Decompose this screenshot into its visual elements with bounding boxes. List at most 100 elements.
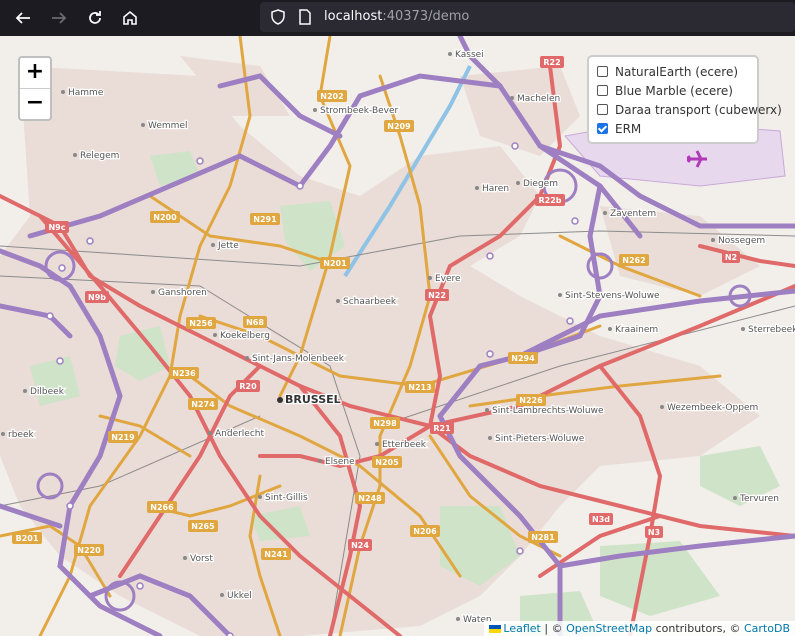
attribution: Leaflet | © OpenStreetMap contributors, … (484, 621, 795, 636)
road-shield-label: N226 (519, 396, 543, 405)
layer-row-bluemarble[interactable]: Blue Marble (ecere) (589, 81, 757, 100)
layer-row-daraa[interactable]: Daraa transport (cubewerx) (589, 100, 782, 119)
road-shield-label: N281 (531, 533, 555, 542)
place-dot (151, 290, 155, 294)
road-shield-label: N241 (264, 550, 288, 559)
forward-button[interactable] (41, 0, 77, 36)
zoom-out-button[interactable]: − (20, 88, 50, 119)
road-shield: R22b (535, 194, 565, 206)
reload-button[interactable] (77, 0, 113, 36)
layer-checkbox[interactable] (597, 85, 608, 96)
layer-row-erm[interactable]: ERM (589, 119, 757, 138)
road-shield-label: N294 (511, 354, 535, 363)
road-shield-label: N200 (153, 213, 177, 222)
place-label: Ganshoren (158, 288, 207, 298)
attribution-sep: | © (540, 622, 567, 635)
road-shield: N213 (405, 381, 435, 393)
road-shield: N22 (425, 289, 449, 301)
carto-link[interactable]: CartoDB (744, 622, 790, 635)
place-dot (475, 186, 479, 190)
road-shield-label: N22 (428, 291, 446, 300)
place-label: Sint-Jans-Molenbeek (252, 354, 345, 364)
place-dot (336, 299, 340, 303)
ukraine-flag-icon (489, 625, 502, 633)
road-shield-label: N256 (189, 319, 213, 328)
road-shield: N294 (508, 352, 538, 364)
road-shield: N68 (243, 316, 267, 328)
place-label: Wezembeek-Oppem (667, 403, 758, 413)
place-label: Haren (482, 184, 509, 194)
road-shield-label: N265 (191, 522, 215, 531)
place-dot (510, 96, 514, 100)
leaflet-link[interactable]: Leaflet (503, 622, 540, 635)
place-label: Sint-Pieters-Woluwe (495, 434, 585, 444)
place-dot (485, 408, 489, 412)
layer-row-naturalearth[interactable]: NaturalEarth (ecere) (589, 62, 757, 81)
place-dot (73, 153, 77, 157)
road-shield-label: N24 (351, 541, 369, 550)
place-label: Kraainem (615, 325, 658, 335)
place-dot (488, 436, 492, 440)
reload-icon (89, 11, 101, 24)
layer-label: ERM (615, 121, 642, 136)
road-shield-label: N209 (387, 122, 411, 131)
road-shield-label: N248 (358, 494, 382, 503)
place-label: Kassei (455, 50, 484, 60)
url-rest: :40373/demo (382, 9, 470, 24)
layer-checkbox[interactable] (597, 104, 608, 115)
place-dot (313, 108, 317, 112)
road-shield: N262 (619, 254, 649, 266)
road-shield: N226 (516, 394, 546, 406)
back-button[interactable] (5, 0, 41, 36)
place-label: Anderlecht (215, 429, 265, 439)
osm-link[interactable]: OpenStreetMap (566, 622, 652, 635)
layer-control: NaturalEarth (ecere) Blue Marble (ecere)… (587, 55, 782, 144)
place-label: Tervuren (739, 494, 779, 504)
road-shield: N9b (85, 291, 109, 303)
place-dot (213, 333, 217, 337)
map-view[interactable]: BRUSSEL Hamme Wemmel Strombeek-Bever Kassei M… (0, 36, 795, 636)
road-shield-label: N3 (648, 528, 660, 537)
url-bar[interactable]: localhost:40373/demo (260, 2, 795, 32)
road-shield-label: N9c (48, 223, 65, 232)
place-label: Evere (435, 274, 461, 284)
place-dot (711, 238, 715, 242)
road-shield: N291 (250, 213, 280, 225)
browser-toolbar: localhost:40373/demo (0, 0, 795, 36)
road-shield: N256 (186, 317, 216, 329)
road-shield-label: N291 (253, 215, 277, 224)
place-dot (428, 276, 432, 280)
road-shield-label: N298 (373, 419, 397, 428)
home-button[interactable] (112, 0, 148, 36)
road-shield-label: N206 (413, 527, 437, 536)
road-shield: N248 (355, 492, 385, 504)
place-dot (23, 389, 27, 393)
road-shield-label: R21 (433, 424, 451, 433)
road-shield-label: N274 (191, 400, 215, 409)
road-shield: N266 (147, 501, 177, 513)
place-dot (448, 52, 452, 56)
place-label: Ukkel (227, 591, 252, 601)
place-label: Dilbeek (30, 387, 65, 397)
place-dot (220, 593, 224, 597)
place-label: Sint-Gillis (265, 493, 308, 503)
zoom-in-button[interactable]: + (20, 58, 50, 88)
road-shield: N265 (188, 520, 218, 532)
road-shield: N206 (410, 525, 440, 537)
layer-checkbox[interactable] (597, 66, 608, 77)
layer-checkbox[interactable] (597, 123, 608, 134)
place-label: Hamme (68, 88, 104, 98)
road-shield-label: N219 (111, 433, 135, 442)
place-label: Vorst (190, 554, 213, 564)
place-label: Machelen (517, 94, 560, 104)
place-dot (211, 243, 215, 247)
place-label: Strombeek-Bever (320, 106, 399, 116)
road-shield: N201 (320, 257, 350, 269)
road-shield-label: N266 (150, 503, 174, 512)
road-shield: R20 (236, 380, 260, 392)
place-dot (733, 496, 737, 500)
road-shield: N2 (722, 251, 740, 263)
road-shield: N3 (645, 526, 663, 538)
shield-tracking-icon (271, 9, 285, 25)
place-dot (61, 90, 65, 94)
